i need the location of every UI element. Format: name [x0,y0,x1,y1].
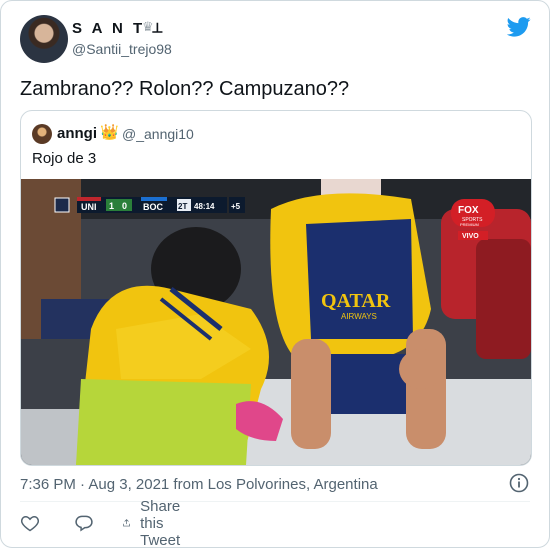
reply-bubble-icon [75,515,93,532]
heart-icon [20,515,40,532]
jersey-sponsor: QATAR [321,290,391,312]
score-away-team: BOC [143,202,164,212]
quoted-tweet[interactable]: anngi 👑 @_anngi10 Rojo de 3 QATAR AIRWAY… [20,110,532,466]
broadcaster-tag: PREMIUM [460,222,479,227]
divider [20,501,530,502]
score-period: 2T [178,202,187,211]
photo-scene: QATAR AIRWAYS UNI 1 0 BOC 2T 48:14 +5 FO… [21,179,531,465]
score-away: 0 [122,201,127,211]
crown-icon: 👑 [100,124,119,141]
reply-button[interactable] [74,509,94,537]
share-label: Share this Tweet [140,497,181,549]
score-added-time: +5 [231,202,241,211]
live-badge: VIVO [462,233,479,240]
quoted-author-avatar[interactable] [32,124,52,144]
quoted-author-handle: @_anngi10 [122,126,194,142]
jersey-sponsor-sub: AIRWAYS [341,312,377,321]
score-clock: 48:14 [194,202,215,211]
broadcaster-logo: FOX [458,205,479,216]
author-handle[interactable]: @Santii_trejo98 [72,41,172,57]
score-home-team: UNI [81,202,97,212]
crown-emoji-icon: ♛ [142,19,154,34]
score-home: 1 [109,201,114,211]
like-button[interactable] [20,509,40,537]
tweet-card: S A N T ⟂ ♛ @Santii_trejo98 Zambrano?? R… [0,0,550,549]
share-icon [123,519,130,527]
quoted-author-name[interactable]: anngi [57,125,97,142]
quoted-photo[interactable]: QATAR AIRWAYS UNI 1 0 BOC 2T 48:14 +5 FO… [21,179,531,465]
twitter-bird-icon[interactable] [507,17,531,37]
author-avatar[interactable] [20,15,68,63]
share-button[interactable]: Share this Tweet [122,498,191,549]
info-icon[interactable] [509,473,529,493]
tweet-timestamp[interactable]: 7:36 PM · Aug 3, 2021 from Los Polvorine… [20,476,378,493]
tweet-text: Zambrano?? Rolon?? Campuzano?? [20,78,350,100]
quoted-tweet-text: Rojo de 3 [32,150,97,167]
